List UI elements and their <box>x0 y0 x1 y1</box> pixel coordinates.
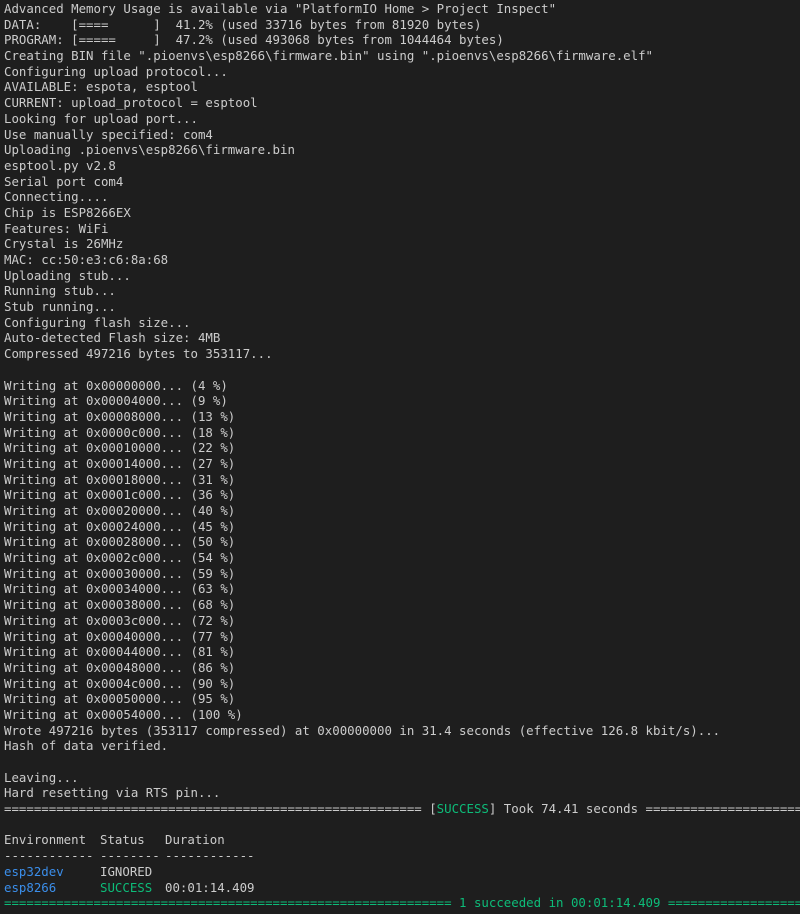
summary-dash-duration: ------------ <box>165 848 255 864</box>
log-line: Uploading stub... <box>4 267 131 283</box>
log-line: Writing at 0x00050000... (95 %) <box>4 691 236 707</box>
log-line: Auto-detected Flash size: 4MB <box>4 330 221 346</box>
log-line: Writing at 0x00054000... (100 %) <box>4 706 243 722</box>
log-line: Running stub... <box>4 283 116 299</box>
log-line: Hash of data verified. <box>4 738 169 754</box>
summary-status-success: SUCCESS <box>100 879 153 895</box>
log-line: Leaving... <box>4 769 79 785</box>
log-line: Writing at 0x0000c000... (18 %) <box>4 424 236 440</box>
log-line: Chip is ESP8266EX <box>4 204 131 220</box>
log-line: Serial port com4 <box>4 173 124 189</box>
log-line: Writing at 0x00024000... (45 %) <box>4 518 236 534</box>
log-line: Hard resetting via RTS pin... <box>4 785 221 801</box>
log-line: Connecting.... <box>4 189 109 205</box>
result-status-label: SUCCESS <box>436 801 489 817</box>
result-duration-text: ] Took 74.41 seconds <box>488 801 646 817</box>
log-line: Writing at 0x0003c000... (72 %) <box>4 612 236 628</box>
log-line: Creating BIN file ".pioenvs\esp8266\firm… <box>4 48 654 64</box>
terminal-output[interactable]: Advanced Memory Usage is available via "… <box>0 0 800 914</box>
log-line: Compressed 497216 bytes to 353117... <box>4 346 273 362</box>
log-line: Writing at 0x00044000... (81 %) <box>4 644 236 660</box>
log-line: Writing at 0x00048000... (86 %) <box>4 659 236 675</box>
log-line: Stub running... <box>4 299 116 315</box>
log-line: Writing at 0x00000000... (4 %) <box>4 377 228 393</box>
log-line: Looking for upload port... <box>4 110 198 126</box>
result-right-rule: ========================================… <box>645 801 800 817</box>
log-line: Crystal is 26MHz <box>4 236 124 252</box>
build-log: Advanced Memory Usage is available via "… <box>0 1 800 801</box>
summary-header-status: Status <box>100 832 145 848</box>
summary-header-environment: Environment <box>4 832 87 848</box>
log-line: esptool.py v2.8 <box>4 157 116 173</box>
log-line: Writing at 0x0004c000... (90 %) <box>4 675 236 691</box>
footer-summary: ========================================… <box>4 895 800 911</box>
log-line: Features: WiFi <box>4 220 109 236</box>
log-line: Advanced Memory Usage is available via "… <box>4 1 557 16</box>
log-line: AVAILABLE: espota, esptool <box>4 79 198 95</box>
log-line: MAC: cc:50:e3:c6:8a:68 <box>4 252 169 267</box>
result-banner: ========================================… <box>0 801 800 817</box>
log-line: Wrote 497216 bytes (353117 compressed) a… <box>4 722 721 738</box>
log-line: Writing at 0x00008000... (13 %) <box>4 408 236 424</box>
result-open-bracket: [ <box>421 801 437 817</box>
summary-environment-esp32dev[interactable]: esp32dev <box>4 864 100 880</box>
log-line: Writing at 0x00030000... (59 %) <box>4 565 236 581</box>
summary-header-duration: Duration <box>165 832 225 848</box>
log-line: Writing at 0x0002c000... (54 %) <box>4 550 236 566</box>
log-line: Writing at 0x0001c000... (36 %) <box>4 487 236 503</box>
summary-status-ignored: IGNORED <box>100 863 153 879</box>
summary-dash-environment: ------------ <box>4 848 94 864</box>
log-line: Writing at 0x00028000... (50 %) <box>4 534 236 550</box>
summary-header: Environment Status Duration <box>0 832 800 848</box>
log-line: Writing at 0x00034000... (63 %) <box>4 581 236 597</box>
log-line: Writing at 0x00040000... (77 %) <box>4 628 236 644</box>
log-line: Writing at 0x00014000... (27 %) <box>4 455 236 471</box>
log-line: Use manually specified: com4 <box>4 126 213 142</box>
summary-dashes: ------------ -------- ------------ <box>0 848 800 864</box>
log-line: Writing at 0x00010000... (22 %) <box>4 440 236 456</box>
log-line: Writing at 0x00004000... (9 %) <box>4 393 228 409</box>
summary-row: esp32dev IGNORED <box>0 864 800 880</box>
log-line: Configuring upload protocol... <box>4 63 228 79</box>
summary-duration-esp8266: 00:01:14.409 <box>165 879 255 895</box>
log-line: CURRENT: upload_protocol = esptool <box>4 95 258 111</box>
log-line: Uploading .pioenvs\esp8266\firmware.bin <box>4 142 295 158</box>
summary-row: esp8266 SUCCESS 00:01:14.409 <box>0 880 800 896</box>
log-line: Writing at 0x00018000... (31 %) <box>4 471 236 487</box>
result-left-rule: ========================================… <box>4 801 422 817</box>
log-line: Writing at 0x00020000... (40 %) <box>4 503 236 518</box>
summary-dash-status: -------- <box>100 848 160 864</box>
log-line: PROGRAM: [===== ] 47.2% (used 493068 byt… <box>4 32 504 48</box>
log-line: Writing at 0x00038000... (68 %) <box>4 597 236 613</box>
log-line: DATA: [==== ] 41.2% (used 33716 bytes fr… <box>4 16 482 32</box>
log-line: Configuring flash size... <box>4 314 191 330</box>
summary-environment-esp8266[interactable]: esp8266 <box>4 880 100 896</box>
